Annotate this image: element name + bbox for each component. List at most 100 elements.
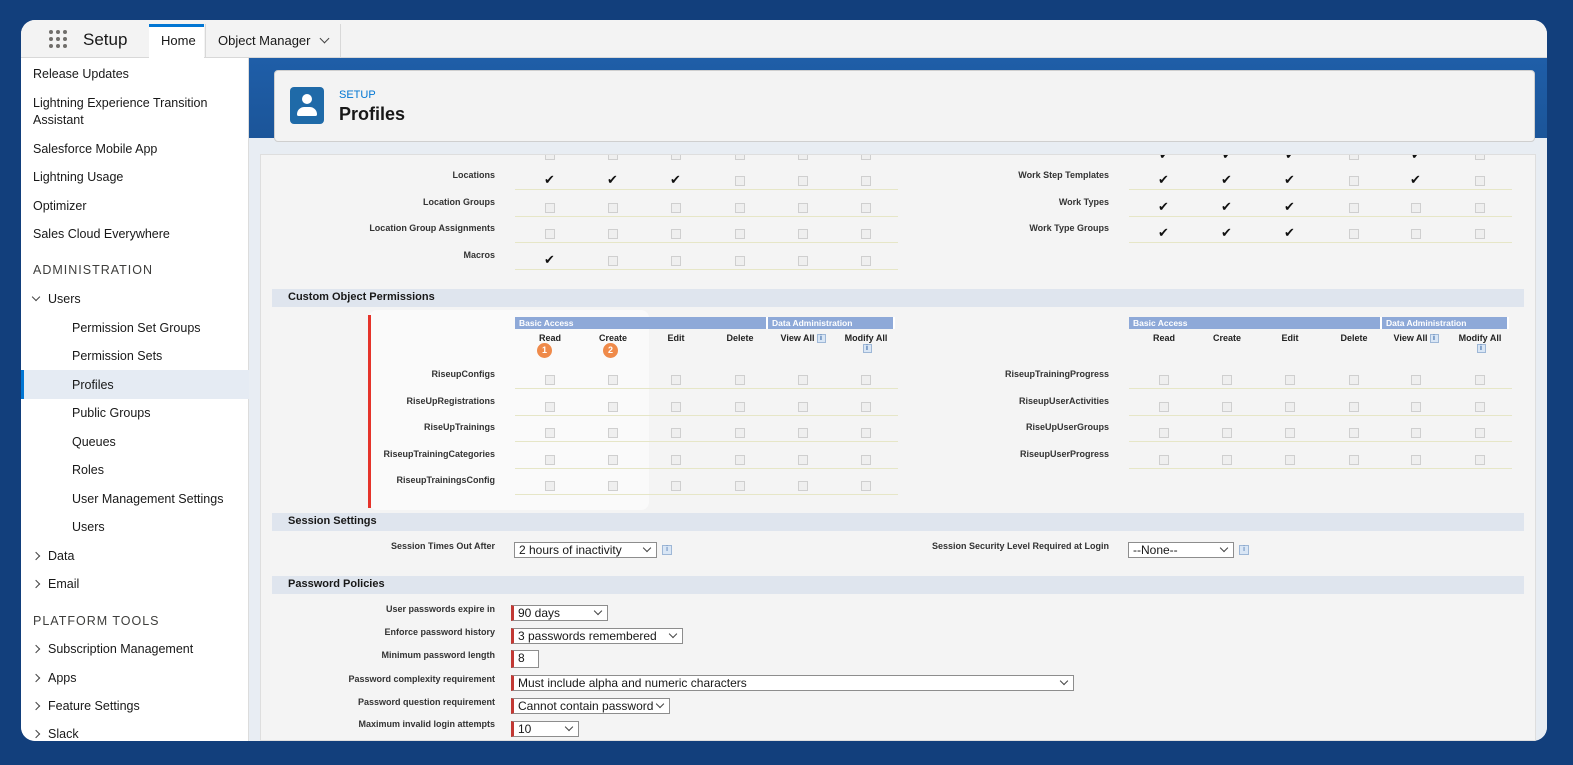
permission-checkbox[interactable] xyxy=(735,401,745,412)
permission-checkbox[interactable] xyxy=(608,375,618,385)
permission-checkbox[interactable] xyxy=(798,428,808,438)
permission-checkbox[interactable] xyxy=(1475,454,1485,465)
permission-checkbox[interactable] xyxy=(798,202,808,213)
permission-checkbox[interactable] xyxy=(608,255,618,266)
permission-checkbox[interactable] xyxy=(608,454,618,465)
sidebar-group-data[interactable]: Data xyxy=(31,548,74,565)
permission-checkbox[interactable] xyxy=(861,202,871,213)
sidebar-group-subscription[interactable]: Subscription Management xyxy=(31,641,193,658)
permission-checkbox[interactable] xyxy=(1349,229,1359,239)
permission-checkbox[interactable] xyxy=(798,155,808,160)
sidebar-item-permission-sets[interactable]: Permission Sets xyxy=(72,348,162,365)
permission-checkbox[interactable] xyxy=(1285,428,1295,438)
sidebar-item-profiles[interactable]: Profiles xyxy=(72,377,114,394)
info-icon[interactable]: i xyxy=(816,334,826,344)
sidebar-item-users[interactable]: Users xyxy=(72,519,105,536)
permission-checkbox[interactable] xyxy=(861,428,871,438)
permission-checkbox[interactable] xyxy=(861,454,871,465)
pw-question-select[interactable]: Cannot contain password xyxy=(511,698,670,714)
permission-checkbox[interactable] xyxy=(735,202,745,213)
permission-checkbox[interactable] xyxy=(608,229,618,239)
permission-checkbox[interactable] xyxy=(671,202,681,213)
permission-checkbox[interactable] xyxy=(1349,401,1359,412)
sidebar-item-permission-set-groups[interactable]: Permission Set Groups xyxy=(72,320,201,337)
permission-checkbox[interactable] xyxy=(671,229,681,239)
permission-checkbox[interactable] xyxy=(861,255,871,266)
sidebar-item-public-groups[interactable]: Public Groups xyxy=(72,405,151,422)
permission-checkbox[interactable] xyxy=(671,481,681,491)
pw-expire-select[interactable]: 90 days xyxy=(511,605,608,621)
sidebar-item-mobile-app[interactable]: Salesforce Mobile App xyxy=(33,141,157,158)
pw-complexity-select[interactable]: Must include alpha and numeric character… xyxy=(511,675,1074,691)
permission-checkbox[interactable] xyxy=(671,428,681,438)
permission-checkbox[interactable] xyxy=(545,481,555,491)
permission-checkbox[interactable] xyxy=(1475,176,1485,186)
session-timeout-select[interactable]: 2 hours of inactivity xyxy=(514,542,657,558)
permission-checkbox[interactable] xyxy=(1349,375,1359,385)
pw-min-length-input[interactable]: 8 xyxy=(511,650,539,668)
permission-checkbox[interactable] xyxy=(1411,375,1421,385)
permission-checkbox[interactable] xyxy=(861,176,871,186)
permission-checkbox[interactable] xyxy=(861,375,871,385)
permission-checkbox[interactable] xyxy=(1222,401,1232,412)
permission-checkbox[interactable] xyxy=(735,454,745,465)
permission-checkbox[interactable] xyxy=(671,454,681,465)
permission-checkbox[interactable] xyxy=(861,155,871,160)
permission-checkbox[interactable] xyxy=(545,401,555,412)
permission-checkbox[interactable] xyxy=(798,255,808,266)
permission-checkbox[interactable] xyxy=(1285,401,1295,412)
permission-checkbox[interactable] xyxy=(1411,202,1421,213)
permission-checkbox[interactable] xyxy=(1411,229,1421,239)
permission-checkbox[interactable] xyxy=(1222,428,1232,438)
sidebar-item-roles[interactable]: Roles xyxy=(72,462,104,479)
permission-checkbox[interactable] xyxy=(1475,401,1485,412)
permission-checkbox[interactable] xyxy=(1411,428,1421,438)
session-security-select[interactable]: --None-- xyxy=(1128,542,1234,558)
pw-max-attempts-select[interactable]: 10 xyxy=(511,721,579,737)
sidebar-item-release-updates[interactable]: Release Updates xyxy=(33,66,129,83)
chevron-down-icon[interactable] xyxy=(319,33,329,44)
sidebar-item-lightning-transition[interactable]: Lightning Experience Transition Assistan… xyxy=(33,95,233,129)
permission-checkbox[interactable] xyxy=(861,481,871,491)
permission-checkbox[interactable] xyxy=(1411,454,1421,465)
app-launcher-icon[interactable] xyxy=(49,30,67,48)
tab-object-manager[interactable]: Object Manager xyxy=(205,24,341,58)
permission-checkbox[interactable] xyxy=(735,155,745,160)
info-icon[interactable]: i xyxy=(662,545,672,555)
info-icon[interactable]: i xyxy=(1239,545,1249,555)
sidebar-group-feature-settings[interactable]: Feature Settings xyxy=(31,698,140,715)
sidebar-item-user-management-settings[interactable]: User Management Settings xyxy=(72,491,223,508)
sidebar-item-sales-cloud[interactable]: Sales Cloud Everywhere xyxy=(33,226,170,243)
permission-checkbox[interactable] xyxy=(671,155,681,160)
permission-checkbox[interactable] xyxy=(608,428,618,438)
permission-checkbox[interactable] xyxy=(798,176,808,186)
sidebar-group-email[interactable]: Email xyxy=(31,576,79,593)
permission-checkbox[interactable] xyxy=(1285,375,1295,385)
permission-checkbox[interactable] xyxy=(1159,375,1169,385)
permission-checkbox[interactable] xyxy=(1349,176,1359,186)
permission-checkbox[interactable] xyxy=(1475,375,1485,385)
permission-checkbox[interactable] xyxy=(545,375,555,385)
permission-checkbox[interactable] xyxy=(1349,155,1359,160)
permission-checkbox[interactable] xyxy=(735,255,745,266)
permission-checkbox[interactable] xyxy=(1475,428,1485,438)
sidebar-item-optimizer[interactable]: Optimizer xyxy=(33,198,86,215)
permission-checkbox[interactable] xyxy=(1475,155,1485,160)
pw-history-select[interactable]: 3 passwords remembered xyxy=(511,628,683,644)
permission-checkbox[interactable] xyxy=(608,155,618,160)
permission-checkbox[interactable] xyxy=(608,202,618,213)
permission-checkbox[interactable] xyxy=(545,454,555,465)
permission-checkbox[interactable] xyxy=(735,229,745,239)
permission-checkbox[interactable] xyxy=(1349,454,1359,465)
tab-home[interactable]: Home xyxy=(149,24,204,58)
permission-checkbox[interactable] xyxy=(1222,375,1232,385)
permission-checkbox[interactable] xyxy=(735,428,745,438)
sidebar-item-queues[interactable]: Queues xyxy=(72,434,116,451)
permission-checkbox[interactable] xyxy=(608,481,618,491)
permission-checkbox[interactable] xyxy=(735,176,745,186)
breadcrumb[interactable]: SETUP xyxy=(339,89,376,101)
info-icon[interactable]: i xyxy=(1476,344,1486,354)
permission-checkbox[interactable] xyxy=(1159,428,1169,438)
info-icon[interactable]: i xyxy=(1429,334,1439,344)
permission-checkbox[interactable] xyxy=(798,375,808,385)
